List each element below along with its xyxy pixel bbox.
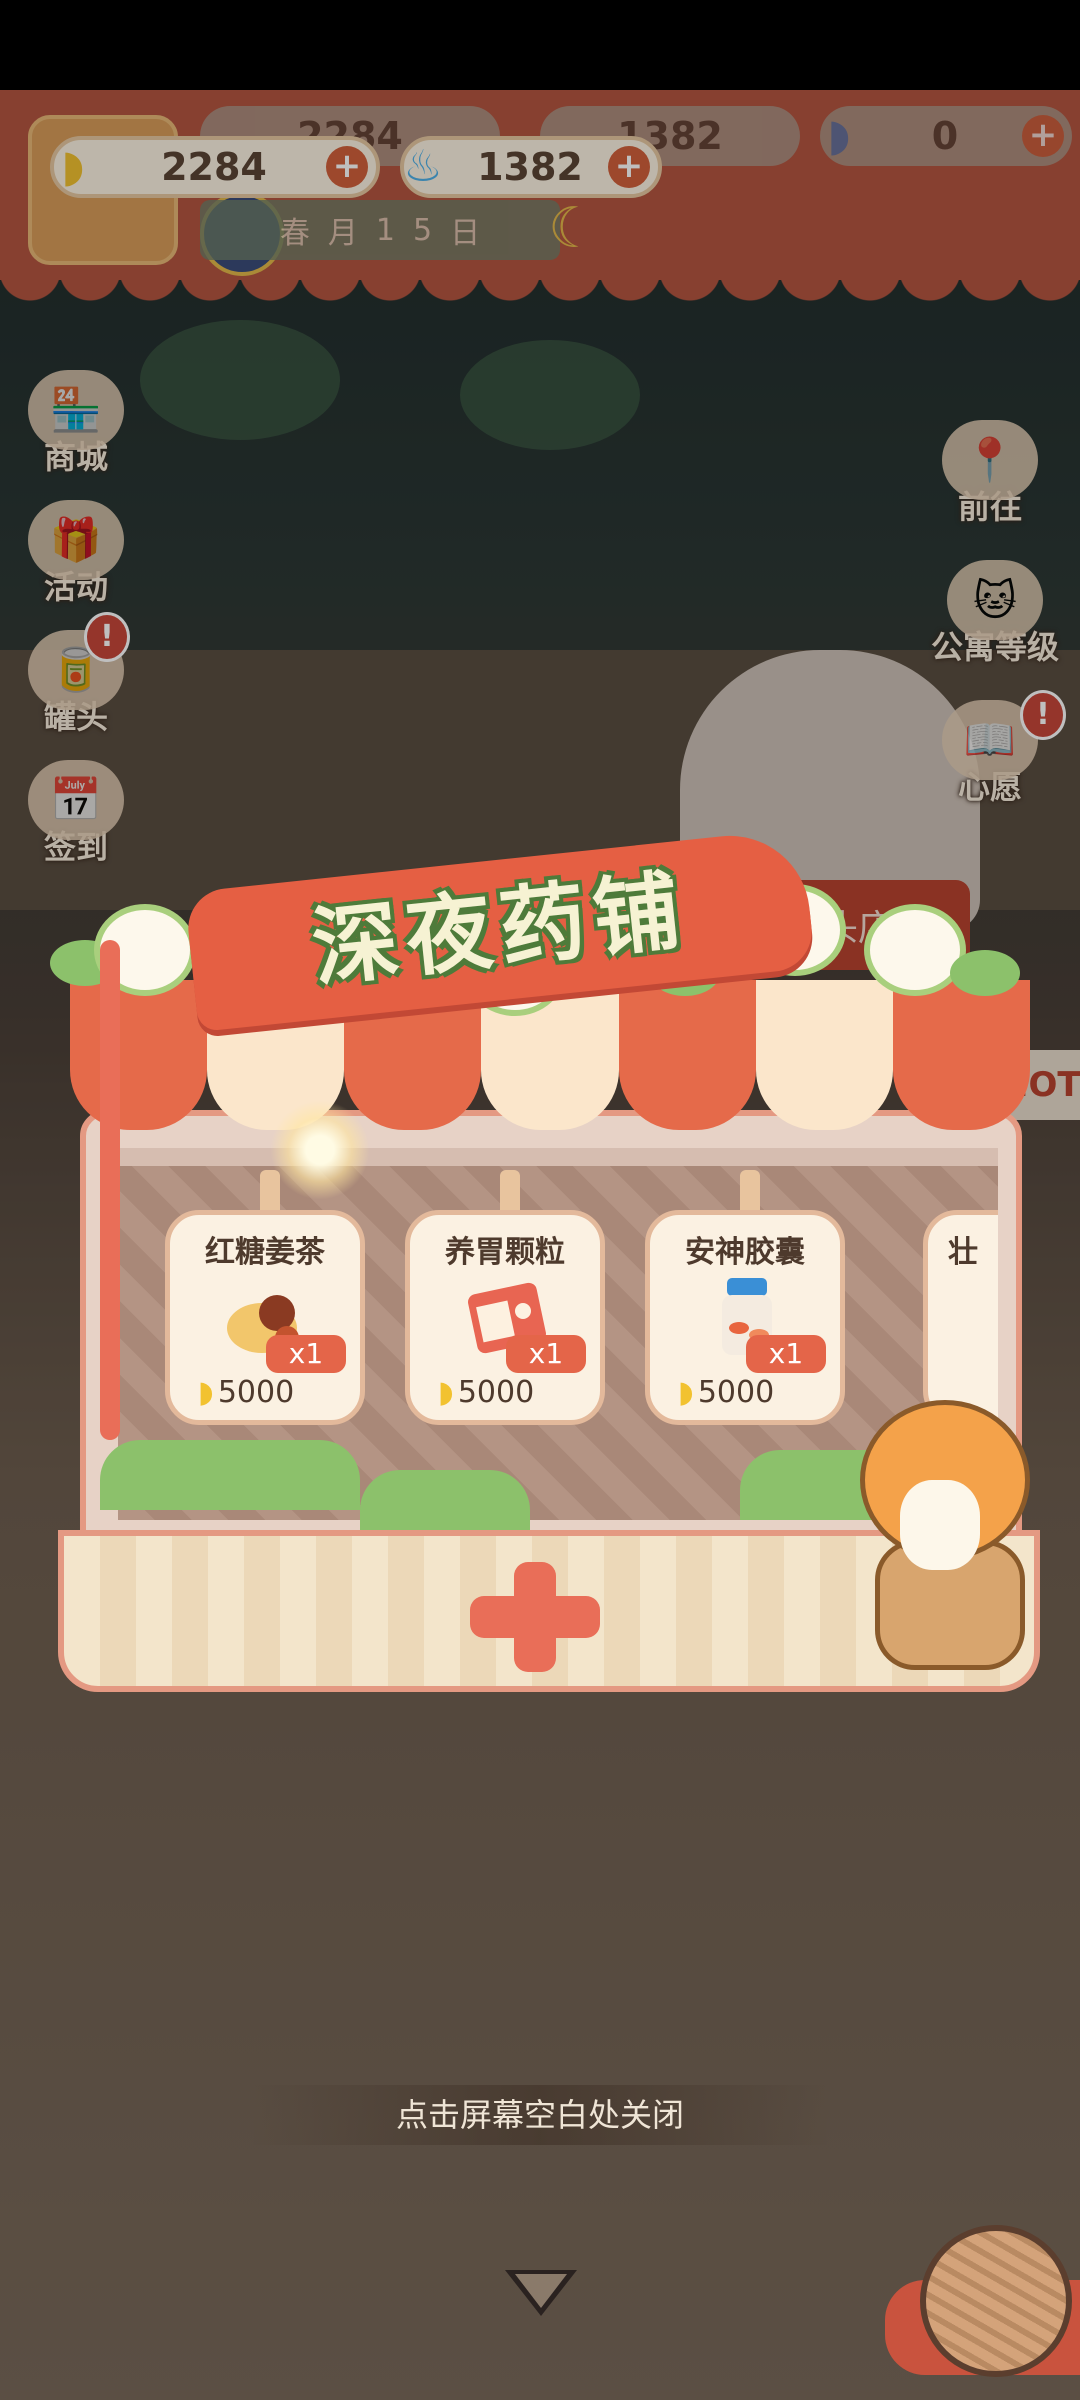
- close-hint: 点击屏幕空白处关闭: [250, 2085, 830, 2145]
- bush: [100, 1440, 360, 1510]
- chevron-down-icon[interactable]: [505, 2270, 577, 2316]
- sparkle-icon: [270, 1100, 370, 1200]
- medical-cross-icon: [470, 1562, 600, 1672]
- yarn-ball-icon[interactable]: [920, 2225, 1072, 2377]
- flag-pole: [100, 940, 120, 1440]
- item-card-partial[interactable]: 壮: [923, 1210, 998, 1425]
- shelf-rail: [118, 1148, 998, 1166]
- status-bar: [0, 0, 1080, 90]
- old-cat-doctor-mascot: [830, 1400, 1050, 1670]
